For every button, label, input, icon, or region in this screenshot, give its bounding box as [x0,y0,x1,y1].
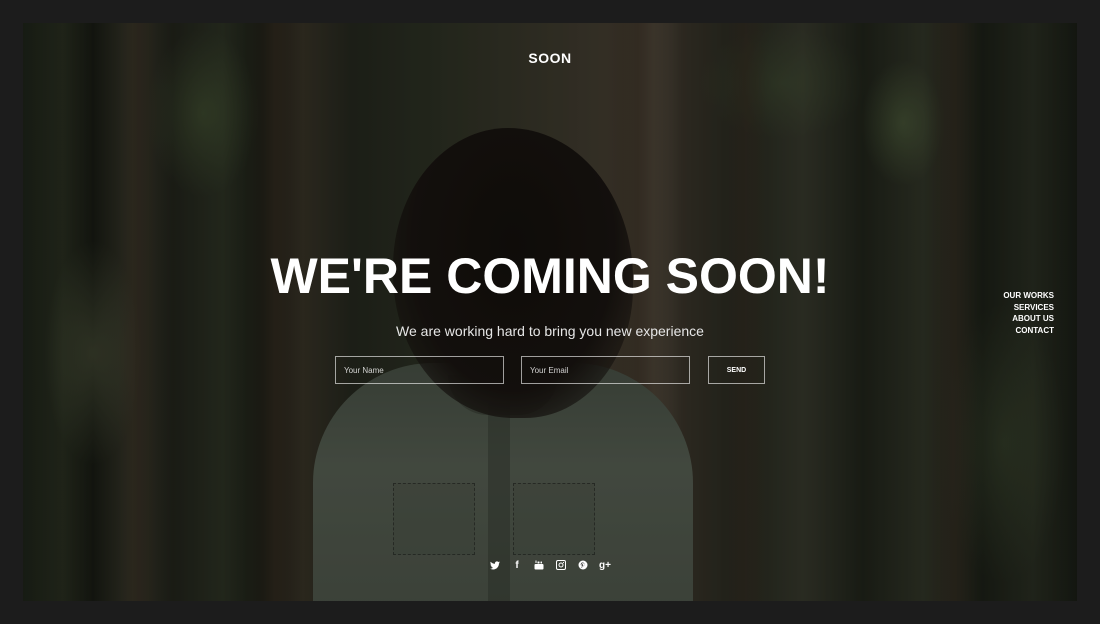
pinterest-icon[interactable] [572,559,594,573]
youtube-icon[interactable] [528,559,550,573]
send-button[interactable]: SEND [708,356,765,384]
instagram-icon[interactable] [550,559,572,573]
name-input[interactable] [335,356,504,384]
page-subheadline: We are working hard to bring you new exp… [396,323,704,339]
social-links: f g+ [23,559,1077,573]
side-nav: OUR WORKS SERVICES ABOUT US CONTACT [1003,290,1054,336]
page-headline: WE'RE COMING SOON! [270,248,830,304]
email-input[interactable] [521,356,690,384]
facebook-icon[interactable]: f [506,559,528,573]
google-plus-icon[interactable]: g+ [594,559,616,573]
nav-item-contact[interactable]: CONTACT [1003,325,1054,337]
nav-item-services[interactable]: SERVICES [1003,302,1054,314]
page-frame: SOON WE'RE COMING SOON! We are working h… [23,23,1077,601]
nav-item-our-works[interactable]: OUR WORKS [1003,290,1054,302]
dark-overlay [23,23,1077,601]
nav-item-about-us[interactable]: ABOUT US [1003,313,1054,325]
twitter-icon[interactable] [484,559,506,573]
site-logo[interactable]: SOON [23,50,1077,66]
